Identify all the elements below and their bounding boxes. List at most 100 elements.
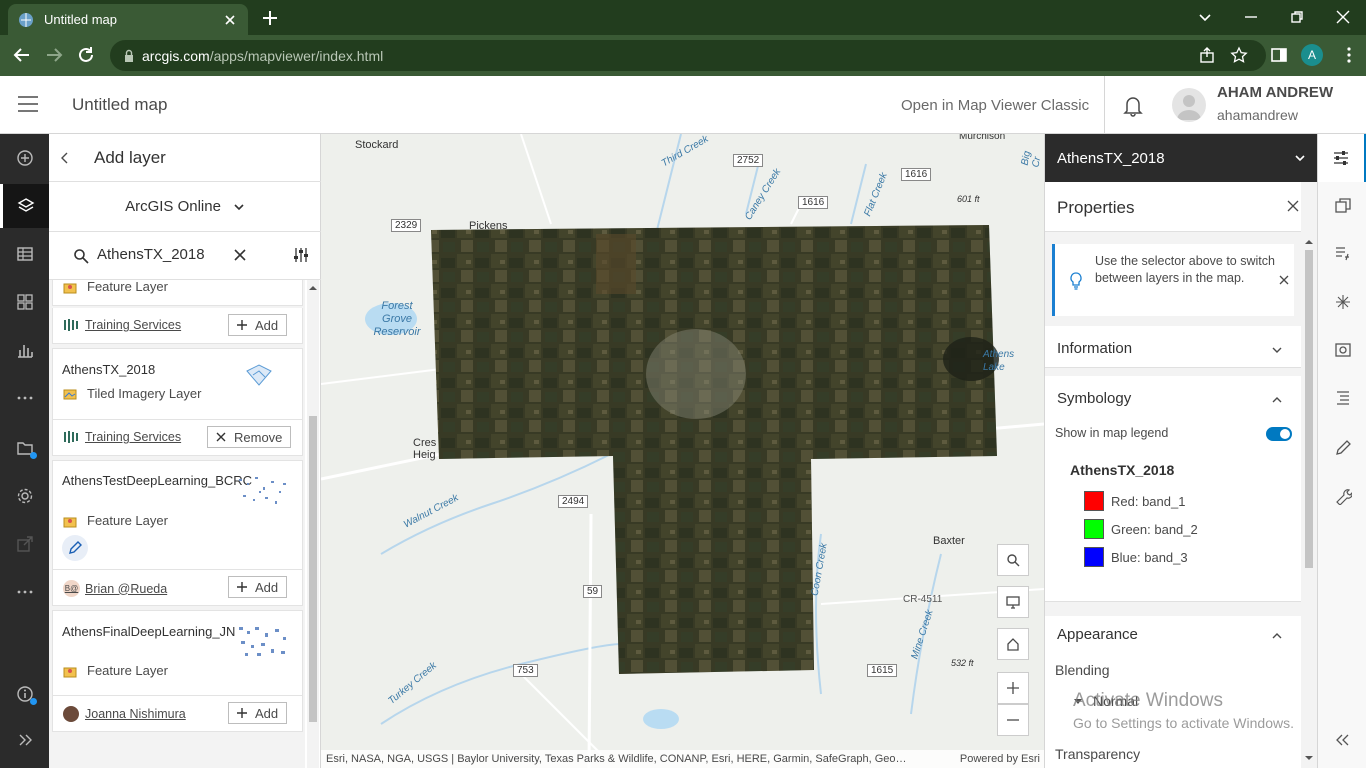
chevron-up-icon[interactable]: [1271, 630, 1283, 642]
layer-name: AthensTX_2018: [62, 362, 156, 377]
owner-logo-icon: [64, 319, 78, 331]
scroll-up-icon[interactable]: [309, 284, 317, 292]
sketch-button[interactable]: [1318, 424, 1366, 472]
map-layer-view-button[interactable]: [997, 586, 1029, 618]
list-item[interactable]: AthensTX_2018 Tiled Imagery Layer: [52, 348, 303, 420]
map-label: Cres Heig: [413, 437, 437, 461]
close-icon[interactable]: [1287, 200, 1299, 212]
information-section[interactable]: Information: [1045, 326, 1301, 368]
user-avatar[interactable]: [1172, 88, 1206, 122]
browser-tab[interactable]: Untitled map: [8, 4, 248, 35]
band-label: Green: band_2: [1111, 522, 1198, 537]
source-dropdown[interactable]: ArcGIS Online: [49, 182, 321, 232]
restore-icon[interactable]: [1288, 8, 1306, 26]
list-item[interactable]: AthensTestDeepLearning_BCRC Feature Laye…: [52, 460, 303, 570]
dismiss-notice-icon[interactable]: [1279, 275, 1289, 285]
owner-link[interactable]: Training Services: [63, 318, 181, 332]
show-legend-toggle[interactable]: [1266, 427, 1292, 441]
owner-avatar: [63, 706, 79, 722]
minimize-icon[interactable]: [1242, 8, 1260, 26]
zoom-out-button[interactable]: [997, 704, 1029, 736]
collapse-toolbar-button[interactable]: [1318, 716, 1366, 764]
lock-icon[interactable]: [122, 49, 136, 63]
user-name[interactable]: AHAM ANDREW: [1217, 84, 1333, 101]
more-button[interactable]: [0, 376, 49, 420]
map-title[interactable]: Untitled map: [72, 95, 167, 115]
owner-link[interactable]: Joanna Nishimura: [63, 706, 186, 722]
reload-icon[interactable]: [76, 45, 96, 65]
close-window-icon[interactable]: [1334, 8, 1352, 26]
tab-search-icon[interactable]: [1196, 8, 1214, 26]
owner-link[interactable]: B@ Brian @Rueda: [63, 580, 167, 597]
bookmark-star-icon[interactable]: [1230, 46, 1248, 64]
url-field[interactable]: arcgis.com/apps/mapviewer/index.html: [110, 40, 1266, 71]
scroll-up-icon[interactable]: [1305, 238, 1313, 246]
zoom-in-button[interactable]: [997, 672, 1029, 704]
chevron-up-icon[interactable]: [1271, 394, 1283, 406]
browser-menu-icon[interactable]: [1340, 46, 1358, 64]
charts-button[interactable]: [0, 328, 49, 372]
back-arrow-icon[interactable]: [12, 45, 32, 65]
symbology-title[interactable]: Symbology: [1057, 390, 1131, 407]
owner-link[interactable]: Training Services: [63, 430, 181, 444]
properties-button[interactable]: [1318, 134, 1366, 182]
effects-button[interactable]: [1318, 278, 1366, 326]
app-header: Untitled map Open in Map Viewer Classic …: [0, 76, 1366, 134]
edit-button[interactable]: [62, 535, 88, 561]
map-view[interactable]: Stockard Pickens Forest Grove Reservoir …: [321, 134, 1044, 768]
transparency-label: Transparency: [1055, 746, 1141, 762]
hamburger-menu-icon[interactable]: [18, 96, 38, 112]
properties-scrollbar[interactable]: [1303, 234, 1315, 768]
notifications-bell-icon[interactable]: [1123, 95, 1143, 117]
open-classic-link[interactable]: Open in Map Viewer Classic: [901, 97, 1089, 114]
share-icon[interactable]: [1198, 46, 1216, 64]
panel-scrollbar[interactable]: [307, 280, 319, 768]
remove-button[interactable]: Remove: [207, 426, 292, 448]
styles-button[interactable]: [1318, 182, 1366, 230]
back-chevron-icon[interactable]: [59, 150, 71, 166]
add-button[interactable]: Add: [228, 314, 288, 336]
add-button[interactable]: [0, 136, 49, 180]
filter-sliders-icon[interactable]: [292, 246, 310, 264]
image-display-button[interactable]: [1318, 326, 1366, 374]
add-button[interactable]: Add: [228, 576, 288, 598]
list-item[interactable]: AthensFinalDeepLearning_JN Feature Layer: [52, 610, 303, 696]
scrollbar-thumb[interactable]: [1305, 250, 1313, 568]
map-search-button[interactable]: [997, 544, 1029, 576]
left-toolbar: [0, 134, 49, 768]
close-tab-icon[interactable]: [222, 12, 238, 28]
expand-toolbar-button[interactable]: [0, 718, 49, 762]
notice-text: Use the selector above to switch between…: [1095, 254, 1275, 285]
browser-address-bar: arcgis.com/apps/mapviewer/index.html A: [0, 35, 1366, 76]
bar-chart-icon: [17, 345, 33, 358]
save-button[interactable]: [0, 426, 49, 470]
side-panel-icon[interactable]: [1270, 46, 1288, 64]
clear-search-icon[interactable]: [233, 248, 247, 262]
default-extent-button[interactable]: [997, 628, 1029, 660]
more-options-button[interactable]: [0, 570, 49, 614]
new-tab-icon[interactable]: [260, 8, 280, 28]
add-button[interactable]: Add: [228, 702, 288, 724]
configure-button[interactable]: [1318, 472, 1366, 520]
activate-windows-watermark: Activate Windows: [1073, 690, 1223, 711]
symbology-section: Symbology Show in map legend AthensTX_20…: [1045, 376, 1301, 602]
tables-button[interactable]: [0, 232, 49, 276]
layer-type: Feature Layer: [63, 280, 168, 294]
labels-button[interactable]: [1318, 374, 1366, 422]
basemap-grid-icon: [16, 294, 33, 310]
share-map-button[interactable]: [0, 522, 49, 566]
search-input[interactable]: AthensTX_2018: [97, 246, 205, 263]
forward-arrow-icon[interactable]: [44, 45, 64, 65]
basemap-button[interactable]: [0, 280, 49, 324]
appearance-title[interactable]: Appearance: [1057, 626, 1138, 643]
scrollbar-thumb[interactable]: [309, 416, 317, 722]
lightbulb-icon: [1070, 272, 1082, 290]
scroll-down-icon[interactable]: [1305, 754, 1313, 762]
settings-button[interactable]: [0, 474, 49, 518]
info-button[interactable]: [0, 672, 49, 716]
layers-button[interactable]: [0, 184, 49, 228]
profile-avatar[interactable]: A: [1301, 44, 1323, 66]
layer-selector[interactable]: AthensTX_2018: [1045, 134, 1318, 182]
raster-functions-button[interactable]: [1318, 230, 1366, 278]
powered-by-esri[interactable]: Powered by Esri: [960, 750, 1040, 768]
